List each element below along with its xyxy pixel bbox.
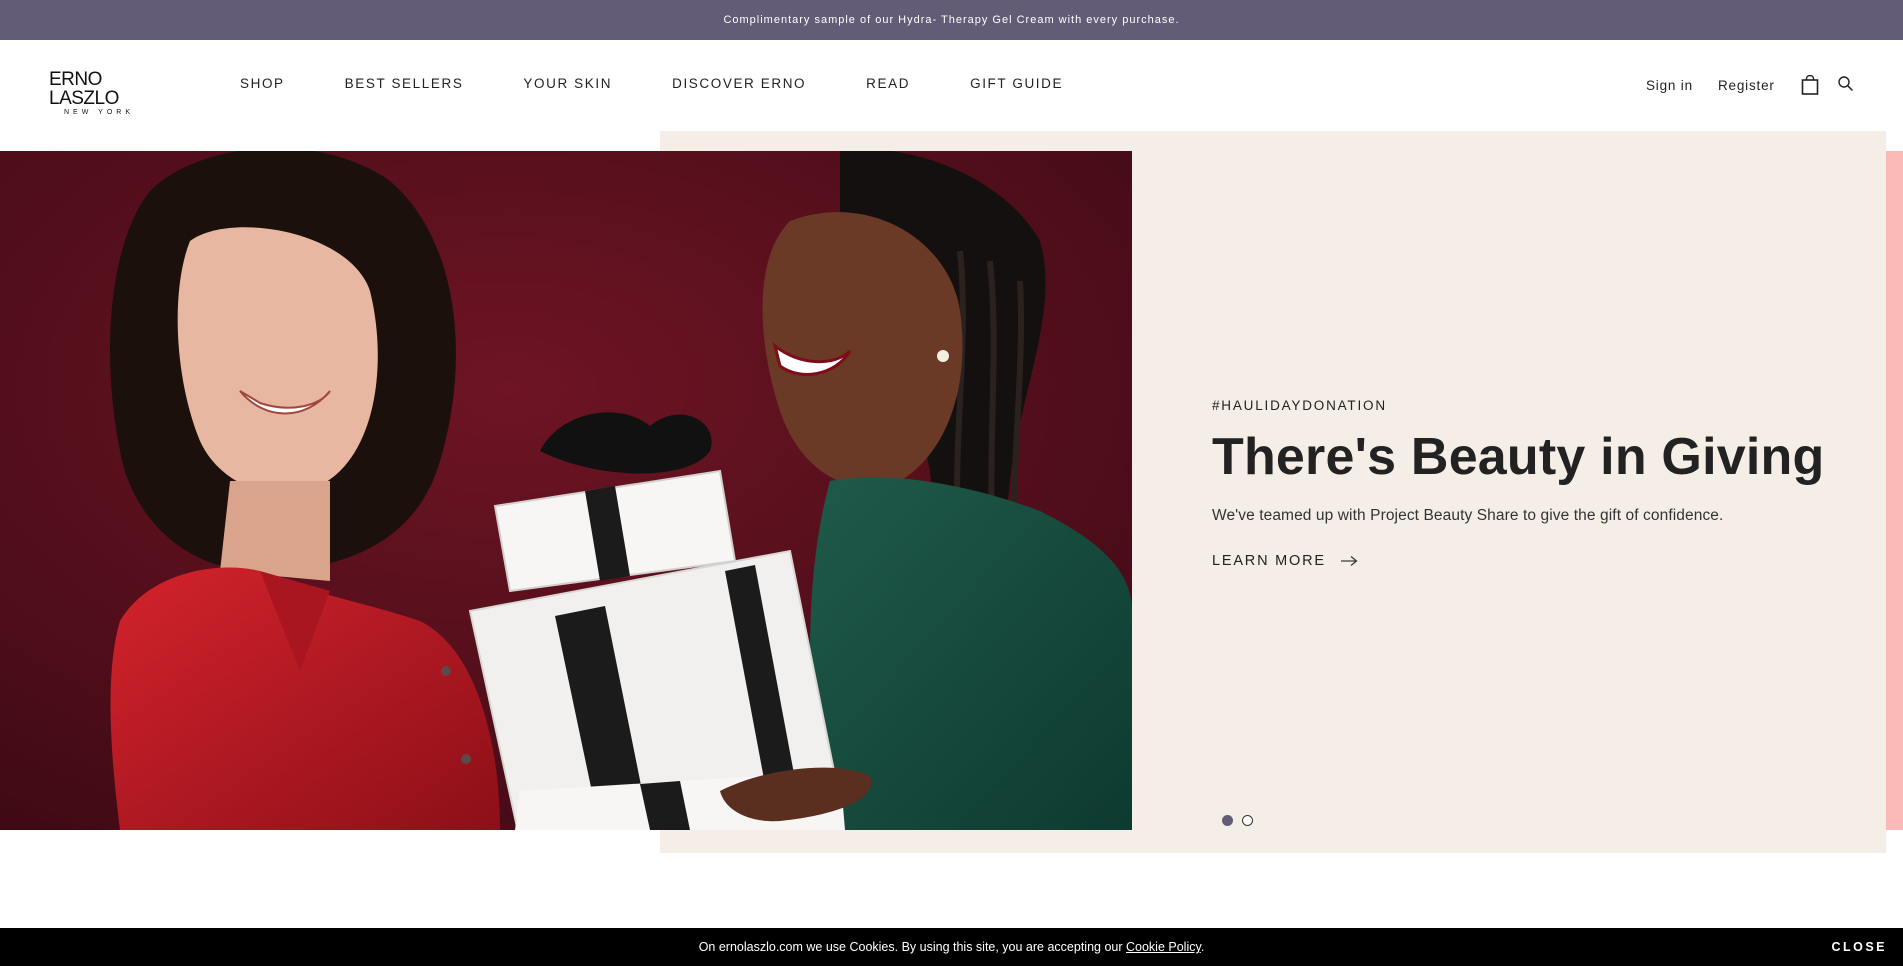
nav-item-discover-erno[interactable]: DISCOVER ERNO (672, 76, 806, 91)
hero-headline: There's Beauty in Giving (1212, 428, 1825, 486)
cookie-text-end: . (1200, 940, 1205, 954)
search-icon[interactable] (1837, 75, 1855, 93)
nav-item-best-sellers[interactable]: BEST SELLERS (345, 76, 464, 91)
promo-bar: Complimentary sample of our Hydra- Thera… (0, 0, 1903, 40)
arrow-right-icon (1340, 556, 1358, 566)
carousel-dot-2[interactable] (1242, 815, 1253, 826)
hero-image (0, 151, 1132, 830)
sign-in-link[interactable]: Sign in (1646, 78, 1693, 93)
cookie-message: On ernolaszlo.com we use Cookies. By usi… (699, 940, 1205, 954)
cookie-policy-link[interactable]: Cookie Policy (1126, 940, 1201, 954)
hero-photo-illustration (0, 151, 1132, 830)
promo-text: Complimentary sample of our Hydra- Thera… (723, 14, 1180, 26)
brand-logo[interactable]: ERNO LASZLO NEW YORK (49, 70, 173, 116)
main-nav: SHOP BEST SELLERS YOUR SKIN DISCOVER ERN… (240, 76, 1123, 91)
cookie-banner: On ernolaszlo.com we use Cookies. By usi… (0, 928, 1903, 966)
logo-wordmark: ERNO LASZLO (49, 69, 119, 109)
learn-more-label: LEARN MORE (1212, 553, 1326, 569)
next-slide-peek (1886, 151, 1903, 830)
site-header: ERNO LASZLO NEW YORK SHOP BEST SELLERS Y… (0, 40, 1903, 130)
carousel-dot-1[interactable] (1222, 815, 1233, 826)
nav-item-shop[interactable]: SHOP (240, 76, 285, 91)
cookie-text: On ernolaszlo.com we use Cookies. By usi… (698, 940, 1126, 954)
hero-content: #HAULIDAYDONATION There's Beauty in Givi… (1212, 398, 1852, 569)
learn-more-button[interactable]: LEARN MORE (1212, 553, 1852, 569)
nav-item-gift-guide[interactable]: GIFT GUIDE (970, 76, 1063, 91)
cookie-close-button[interactable]: CLOSE (1831, 940, 1887, 954)
hero-subcopy: We've teamed up with Project Beauty Shar… (1212, 507, 1724, 524)
shopping-bag-icon[interactable] (1801, 75, 1819, 95)
carousel-pagination (1222, 815, 1262, 826)
nav-item-your-skin[interactable]: YOUR SKIN (523, 76, 612, 91)
nav-item-read[interactable]: READ (866, 76, 910, 91)
hero-eyebrow: #HAULIDAYDONATION (1212, 398, 1387, 413)
logo-subline: NEW YORK (64, 109, 134, 116)
register-link[interactable]: Register (1718, 78, 1775, 93)
